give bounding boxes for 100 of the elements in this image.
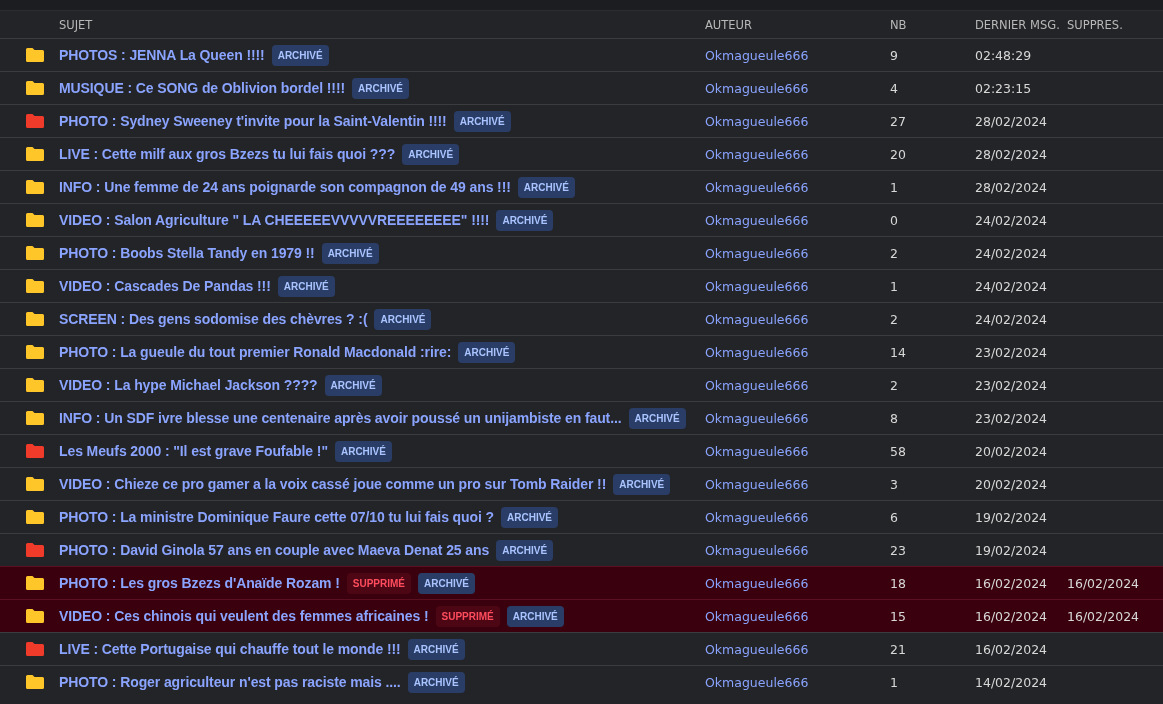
reply-count: 58 xyxy=(890,443,906,459)
last-message-date: 28/02/2024 xyxy=(975,113,1048,129)
author-link[interactable]: Okmagueule666 xyxy=(705,47,809,63)
author-link[interactable]: Okmagueule666 xyxy=(705,278,809,294)
archived-badge: ARCHIVÉ xyxy=(324,374,382,396)
author-link[interactable]: Okmagueule666 xyxy=(705,476,809,492)
topic-title[interactable]: VIDEO : Salon Agriculture " LA CHEEEEEVVVVVREEEEEEEE" !!!! xyxy=(59,212,490,228)
author-link[interactable]: Okmagueule666 xyxy=(705,212,809,228)
last-message-date: 02:23:15 xyxy=(975,80,1032,96)
reply-count: 4 xyxy=(890,80,898,96)
reply-count: 1 xyxy=(890,278,898,294)
last-message-date: 24/02/2024 xyxy=(975,212,1048,228)
reply-count: 23 xyxy=(890,542,906,558)
last-message-date: 24/02/2024 xyxy=(975,278,1048,294)
archived-badge: ARCHIVÉ xyxy=(613,473,671,495)
archived-badge: ARCHIVÉ xyxy=(458,341,516,363)
archived-badge: ARCHIVÉ xyxy=(352,77,410,99)
archived-badge: ARCHIVÉ xyxy=(517,176,575,198)
archived-badge: ARCHIVÉ xyxy=(628,407,686,429)
topic-title[interactable]: Les Meufs 2000 : "Il est grave Foufable !" xyxy=(59,443,328,459)
archived-badge: ARCHIVÉ xyxy=(506,605,564,627)
author-link[interactable]: Okmagueule666 xyxy=(705,410,809,426)
topic-title[interactable]: SCREEN : Des gens sodomise des chèvres ? :( xyxy=(59,311,368,327)
last-message-date: 02:48:29 xyxy=(975,47,1032,63)
topic-title[interactable]: VIDEO : La hype Michael Jackson ???? xyxy=(59,377,318,393)
reply-count: 3 xyxy=(890,476,898,492)
last-message-date: 23/02/2024 xyxy=(975,410,1048,426)
archived-badge: ARCHIVÉ xyxy=(374,308,432,330)
topic-title[interactable]: MUSIQUE : Ce SONG de Oblivion bordel !!!! xyxy=(59,80,346,96)
author-link[interactable]: Okmagueule666 xyxy=(705,608,809,624)
author-link[interactable]: Okmagueule666 xyxy=(705,80,809,96)
reply-count: 2 xyxy=(890,377,898,393)
reply-count: 20 xyxy=(890,146,906,162)
archived-badge: ARCHIVÉ xyxy=(277,275,335,297)
reply-count: 2 xyxy=(890,311,898,327)
last-message-date: 16/02/2024 xyxy=(975,608,1048,624)
last-message-date: 19/02/2024 xyxy=(975,509,1048,525)
last-message-date: 28/02/2024 xyxy=(975,179,1048,195)
last-message-date: 24/02/2024 xyxy=(975,245,1048,261)
author-link[interactable]: Okmagueule666 xyxy=(705,179,809,195)
last-message-date: 24/02/2024 xyxy=(975,311,1048,327)
deleted-badge: SUPPRIMÉ xyxy=(346,572,411,594)
reply-count: 9 xyxy=(890,47,898,63)
last-message-date: 16/02/2024 xyxy=(975,575,1048,591)
last-message-date: 23/02/2024 xyxy=(975,377,1048,393)
last-message-date: 14/02/2024 xyxy=(975,674,1048,690)
column-header: DERNIER MSG. xyxy=(975,17,1061,32)
author-link[interactable]: Okmagueule666 xyxy=(705,146,809,162)
archived-badge: ARCHIVÉ xyxy=(496,209,554,231)
author-link[interactable]: Okmagueule666 xyxy=(705,509,809,525)
archived-badge: ARCHIVÉ xyxy=(334,440,392,462)
topic-title[interactable]: PHOTO : Boobs Stella Tandy en 1979 !! xyxy=(59,245,315,261)
reply-count: 21 xyxy=(890,641,906,657)
topic-title[interactable]: PHOTO : La gueule du tout premier Ronald Macdonald :rire: xyxy=(59,344,452,360)
author-link[interactable]: Okmagueule666 xyxy=(705,641,809,657)
topic-title[interactable]: VIDEO : Cascades De Pandas !!! xyxy=(59,278,271,294)
reply-count: 8 xyxy=(890,410,898,426)
topic-title[interactable]: VIDEO : Ces chinois qui veulent des femmes africaines ! xyxy=(59,608,429,624)
archived-badge: ARCHIVÉ xyxy=(402,143,460,165)
topic-title[interactable]: LIVE : Cette milf aux gros Bzezs tu lui fais quoi ??? xyxy=(59,146,396,162)
topic-title[interactable]: INFO : Une femme de 24 ans poignarde son compagnon de 49 ans !!! xyxy=(59,179,511,195)
topic-title[interactable]: PHOTO : Sydney Sweeney t'invite pour la Saint-Valentin !!!! xyxy=(59,113,447,129)
topic-title[interactable]: LIVE : Cette Portugaise qui chauffe tout le monde !!! xyxy=(59,641,401,657)
last-message-date: 28/02/2024 xyxy=(975,146,1048,162)
topic-title[interactable]: PHOTO : Les gros Bzezs d'Anaïde Rozam ! xyxy=(59,575,340,591)
deletion-date: 16/02/2024 xyxy=(1067,575,1140,591)
reply-count: 15 xyxy=(890,608,906,624)
author-link[interactable]: Okmagueule666 xyxy=(705,113,809,129)
archived-badge: ARCHIVÉ xyxy=(418,572,476,594)
author-link[interactable]: Okmagueule666 xyxy=(705,674,809,690)
archived-badge: ARCHIVÉ xyxy=(501,506,559,528)
author-link[interactable]: Okmagueule666 xyxy=(705,311,809,327)
archived-badge: ARCHIVÉ xyxy=(271,44,329,66)
archived-badge: ARCHIVÉ xyxy=(453,110,511,132)
archived-badge: ARCHIVÉ xyxy=(496,539,554,561)
reply-count: 1 xyxy=(890,179,898,195)
author-link[interactable]: Okmagueule666 xyxy=(705,575,809,591)
last-message-date: 16/02/2024 xyxy=(975,641,1048,657)
topic-title[interactable]: PHOTO : La ministre Dominique Faure cette 07/10 tu lui fais quoi ? xyxy=(59,509,494,525)
archived-badge: ARCHIVÉ xyxy=(321,242,379,264)
reply-count: 6 xyxy=(890,509,898,525)
author-link[interactable]: Okmagueule666 xyxy=(705,344,809,360)
last-message-date: 19/02/2024 xyxy=(975,542,1048,558)
topic-title[interactable]: PHOTOS : JENNA La Queen !!!! xyxy=(59,47,265,63)
topic-title[interactable]: PHOTO : Roger agriculteur n'est pas raciste mais .... xyxy=(59,674,401,690)
author-link[interactable]: Okmagueule666 xyxy=(705,542,809,558)
author-link[interactable]: Okmagueule666 xyxy=(705,443,809,459)
topic-title[interactable]: PHOTO : David Ginola 57 ans en couple avec Maeva Denat 25 ans xyxy=(59,542,490,558)
reply-count: 27 xyxy=(890,113,906,129)
author-link[interactable]: Okmagueule666 xyxy=(705,377,809,393)
reply-count: 1 xyxy=(890,674,898,690)
topic-title[interactable]: INFO : Un SDF ivre blesse une centenaire après avoir poussé un unijambiste en faut... xyxy=(59,410,622,426)
column-header: SUJET xyxy=(59,17,94,32)
last-message-date: 20/02/2024 xyxy=(975,476,1048,492)
archived-badge: ARCHIVÉ xyxy=(407,638,465,660)
reply-count: 14 xyxy=(890,344,906,360)
author-link[interactable]: Okmagueule666 xyxy=(705,245,809,261)
topic-title[interactable]: VIDEO : Chieze ce pro gamer a la voix cassé joue comme un pro sur Tomb Raider !! xyxy=(59,476,607,492)
deleted-badge: SUPPRIMÉ xyxy=(435,605,500,627)
column-header: NB xyxy=(890,17,908,32)
